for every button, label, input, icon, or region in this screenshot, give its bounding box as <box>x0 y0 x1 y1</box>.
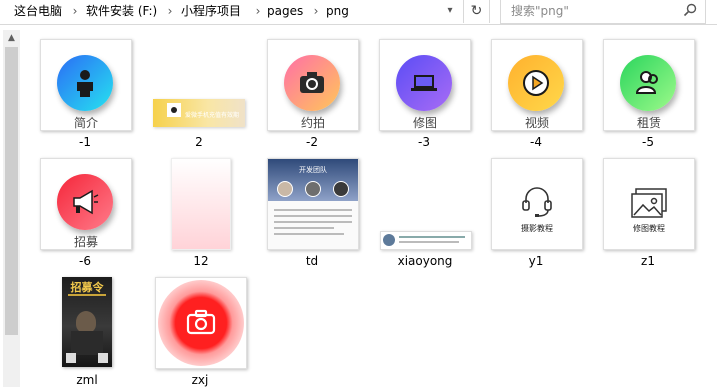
file-name[interactable]: zxj <box>150 373 250 387</box>
file-thumbnail: 视频 <box>491 39 583 131</box>
file-thumbnail: 修图教程 <box>603 158 695 250</box>
file-thumbnail: 修图 <box>379 39 471 131</box>
file-name[interactable]: z1 <box>598 254 698 268</box>
thumbnail-caption: 简介 <box>73 116 98 130</box>
person-icon <box>57 55 113 111</box>
file-name[interactable]: zml <box>37 373 137 387</box>
thumbnail-heading: 招募令 <box>70 281 104 294</box>
breadcrumb-separator-icon[interactable]: › <box>311 3 321 19</box>
headset-icon <box>522 187 552 217</box>
refresh-button[interactable]: ↻ <box>463 0 490 23</box>
thumbnail-heading: 开发团队 <box>299 166 327 174</box>
thumbnail-caption: 视频 <box>524 116 549 130</box>
breadcrumb-mini-program[interactable]: 小程序项目 <box>181 3 241 19</box>
thumbnail-caption: 租赁 <box>636 116 661 130</box>
thumbnail-caption: 约拍 <box>300 116 325 130</box>
file-thumbnail <box>380 231 472 250</box>
address-bar: 这台电脑 › 软件安装 (F:) › 小程序项目 › pages › png ▾… <box>0 0 717 25</box>
file-name[interactable]: -3 <box>374 135 474 149</box>
breadcrumb-separator-icon[interactable]: › <box>70 3 80 19</box>
file-thumbnail: 简介 <box>40 39 132 131</box>
file-name[interactable]: xiaoyong <box>375 254 475 268</box>
file-thumbnail: 摄影教程 <box>491 158 583 250</box>
megaphone-icon <box>57 174 113 230</box>
banner-text: 爱微手机充值有效期 <box>185 112 240 119</box>
file-thumbnail: 开发团队 <box>267 158 359 250</box>
file-thumbnail <box>171 158 231 250</box>
play-icon <box>508 55 564 111</box>
file-thumbnail: 租赁 <box>603 39 695 131</box>
team-banner: 开发团队 <box>268 159 358 201</box>
scrollbar-thumb[interactable] <box>5 47 18 335</box>
file-thumbnail: 爱微手机充值有效期 <box>153 99 245 127</box>
search-input[interactable] <box>511 2 671 20</box>
file-name[interactable]: 12 <box>151 254 251 268</box>
file-thumbnail: 招募令 <box>62 277 112 367</box>
camera-icon <box>284 55 340 111</box>
vertical-scrollbar[interactable]: ▲ <box>3 30 20 387</box>
file-name[interactable]: 2 <box>149 135 249 149</box>
breadcrumb-separator-icon[interactable]: › <box>253 3 263 19</box>
thumbnail-caption: 摄影教程 <box>521 224 553 233</box>
photos-icon <box>631 188 667 218</box>
file-name[interactable]: -6 <box>35 254 135 268</box>
breadcrumb-drive-f[interactable]: 软件安装 (F:) <box>86 3 157 19</box>
file-list: 简介 -1 爱微手机充值有效期 2 约拍 -2 修图 -3 视频 -4 租赁 -… <box>22 25 717 387</box>
breadcrumb-pages[interactable]: pages <box>267 3 303 19</box>
file-name[interactable]: -2 <box>262 135 362 149</box>
file-name[interactable]: -1 <box>35 135 135 149</box>
breadcrumb-png[interactable]: png <box>326 3 349 19</box>
file-thumbnail: 招募 <box>40 158 132 250</box>
thumbnail-caption: 修图教程 <box>633 224 665 233</box>
file-thumbnail: 约拍 <box>267 39 359 131</box>
thumbnail-caption: 修图 <box>412 116 437 130</box>
thumbnail-caption: 招募 <box>73 235 98 249</box>
file-name[interactable]: -4 <box>486 135 586 149</box>
file-name[interactable]: -5 <box>598 135 698 149</box>
breadcrumb-separator-icon[interactable]: › <box>165 3 175 19</box>
laptop-icon <box>396 55 452 111</box>
breadcrumb-this-pc[interactable]: 这台电脑 <box>14 3 62 19</box>
scroll-up-icon[interactable]: ▲ <box>3 30 20 46</box>
file-name[interactable]: td <box>262 254 362 268</box>
search-box[interactable] <box>500 0 706 24</box>
refresh-icon: ↻ <box>470 3 483 19</box>
camera-icon <box>186 309 216 335</box>
file-name[interactable]: y1 <box>486 254 586 268</box>
address-dropdown-icon[interactable]: ▾ <box>441 2 459 20</box>
search-icon[interactable] <box>683 3 697 17</box>
users-icon <box>620 55 676 111</box>
file-thumbnail <box>155 277 247 369</box>
